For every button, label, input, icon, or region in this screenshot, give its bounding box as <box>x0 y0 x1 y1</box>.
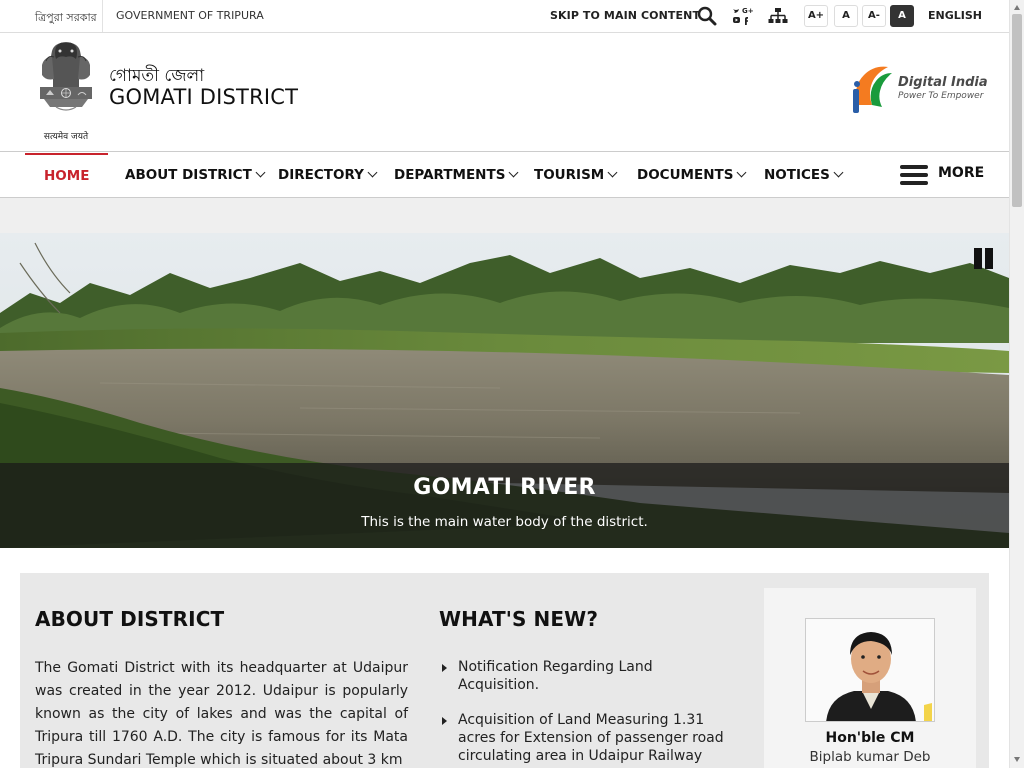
chief-minister-name: Biplab kumar Deb <box>809 749 931 765</box>
chevron-down-icon <box>508 167 519 178</box>
government-of-tripura-link[interactable]: GOVERNMENT OF TRIPURA <box>116 9 264 22</box>
slide-title: GOMATI RIVER <box>413 475 596 500</box>
chevron-down-icon <box>367 167 378 178</box>
language-selector[interactable]: ENGLISH <box>928 9 982 22</box>
scrollbar-thumb[interactable] <box>1012 14 1022 207</box>
section-heading: WHAT'S NEW? <box>439 607 599 631</box>
nav-item-label: DEPARTMENTS <box>394 167 506 183</box>
section-heading: ABOUT DISTRICT <box>35 607 225 631</box>
chevron-down-icon <box>607 167 618 178</box>
nav-item-departments[interactable]: DEPARTMENTS <box>394 153 519 197</box>
chevron-down-icon <box>255 167 266 178</box>
nav-item-directory[interactable]: DIRECTORY <box>278 153 378 197</box>
chevron-down-icon <box>833 167 844 178</box>
scroll-down-arrow-icon[interactable] <box>1014 757 1020 762</box>
font-size-decrease-button[interactable]: A- <box>862 5 886 27</box>
about-district-text: The Gomati District with its headquarter… <box>35 660 408 768</box>
partner-tagline: Power To Empower <box>898 91 984 101</box>
site-header: सत्यमेव जयते গোমতী জেলা GOMATI DISTRICT … <box>0 33 1009 152</box>
main-navigation: HOME ABOUT DISTRICT DIRECTORY DEPARTMENT… <box>0 153 1009 198</box>
nav-item-label: NOTICES <box>764 167 830 183</box>
partner-title: Digital India <box>898 75 988 90</box>
breadcrumb-spacer <box>0 198 1009 233</box>
news-list: Notification Regarding Land Acquisition.… <box>439 658 729 765</box>
whats-new-section: WHAT'S NEW? Notification Regarding Land … <box>439 607 729 768</box>
nav-item-about-district[interactable]: ABOUT DISTRICT <box>125 153 266 197</box>
main-content: ABOUT DISTRICT The Gomati District with … <box>20 573 989 768</box>
chevron-down-icon <box>737 167 747 178</box>
nav-item-label: TOURISM <box>534 167 605 183</box>
nav-item-label: DOCUMENTS <box>637 167 734 183</box>
hero-slider: GOMATI RIVER This is the main water body… <box>0 233 1009 548</box>
divider <box>102 0 103 32</box>
slider-pause-button[interactable] <box>974 248 996 270</box>
nav-item-home[interactable]: HOME <box>25 153 109 197</box>
nav-item-tourism[interactable]: TOURISM <box>534 153 618 197</box>
emblem-motto: सत्यमेव जयते <box>43 132 89 142</box>
skip-to-main-content-link[interactable]: SKIP TO MAIN CONTENT <box>550 9 700 22</box>
search-icon[interactable] <box>697 6 717 30</box>
nav-item-documents[interactable]: DOCUMENTS <box>637 153 747 197</box>
nav-item-label: HOME <box>44 168 90 184</box>
news-item[interactable]: Acquisition of Land Measuring 1.31 acres… <box>439 711 729 765</box>
nav-item-label: ABOUT DISTRICT <box>125 167 252 183</box>
sitemap-icon[interactable] <box>768 7 788 29</box>
chief-minister-photo <box>805 618 935 722</box>
font-size-normal-button[interactable]: A <box>834 5 858 27</box>
slide-caption: GOMATI RIVER This is the main water body… <box>0 463 1009 548</box>
svg-text:G+: G+ <box>742 7 754 15</box>
about-district-section: ABOUT DISTRICT The Gomati District with … <box>35 607 408 768</box>
font-size-increase-button[interactable]: A+ <box>804 5 828 27</box>
chief-minister-card: Hon'ble CM Biplab kumar Deb <box>764 588 976 768</box>
slide-description: This is the main water body of the distr… <box>361 514 648 530</box>
high-contrast-button[interactable]: A <box>890 5 914 27</box>
more-label: MORE <box>938 165 985 181</box>
site-name[interactable]: GOMATI DISTRICT <box>109 85 298 109</box>
nav-item-label: DIRECTORY <box>278 167 364 183</box>
state-government-link[interactable]: ত্রিপুরা সরকার <box>35 9 97 28</box>
page-scrollbar[interactable] <box>1009 0 1024 768</box>
social-media-icon[interactable]: G+ <box>731 5 755 31</box>
top-utility-bar: ত্রিপুরা সরকার GOVERNMENT OF TRIPURA SKI… <box>0 0 1009 33</box>
nav-item-notices[interactable]: NOTICES <box>764 153 844 197</box>
chief-minister-title: Hon'ble CM <box>825 730 915 746</box>
scroll-up-arrow-icon[interactable] <box>1014 5 1020 10</box>
news-item[interactable]: Notification Regarding Land Acquisition. <box>439 658 729 694</box>
